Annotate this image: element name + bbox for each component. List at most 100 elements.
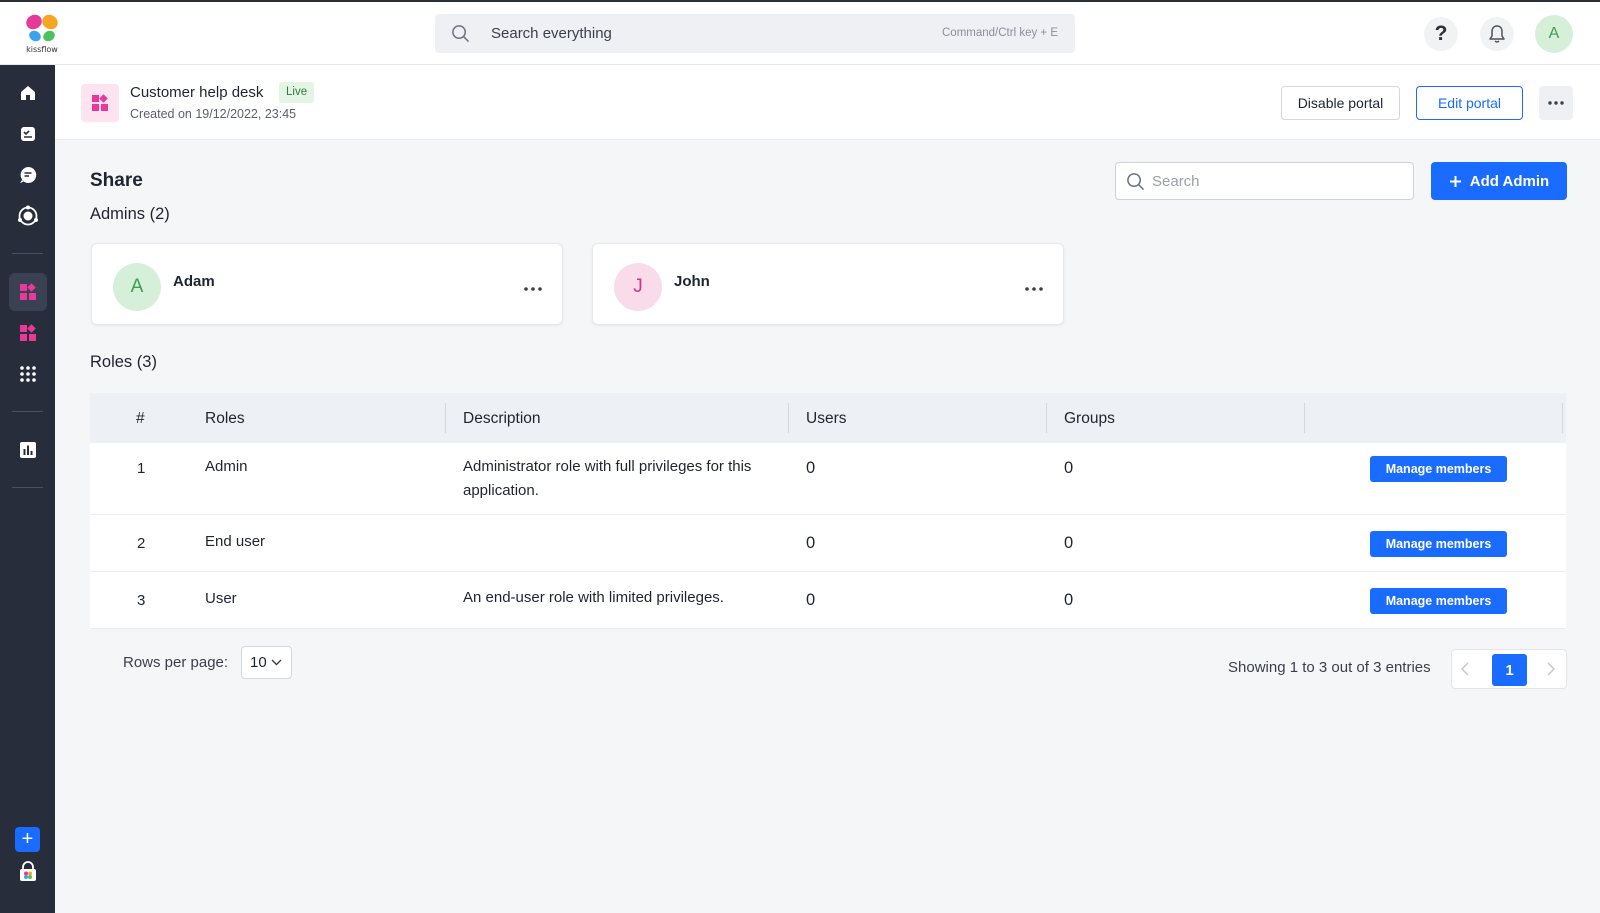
role-name: End user [205, 533, 266, 550]
rows-per-page-label: Rows per page: [123, 654, 229, 671]
column-header-roles: Roles [205, 410, 245, 427]
table-header: # Roles Description Users Groups [90, 393, 1566, 443]
edit-portal-button[interactable]: Edit portal [1416, 86, 1523, 120]
nav-home[interactable] [9, 74, 47, 112]
search-shortcut-hint: Command/Ctrl key + E [942, 27, 1058, 39]
admin-more-button[interactable] [1025, 278, 1043, 296]
entries-summary: Showing 1 to 3 out of 3 entries [1228, 659, 1431, 676]
users-count: 0 [806, 534, 816, 552]
admin-card: J John [592, 243, 1064, 325]
nav-all-apps[interactable] [9, 355, 47, 393]
reports-icon [20, 442, 36, 458]
chevron-down-icon [271, 659, 282, 666]
global-search-placeholder: Search everything [491, 25, 612, 42]
groups-count: 0 [1064, 459, 1074, 477]
column-divider [1304, 403, 1305, 433]
manage-members-button[interactable]: Manage members [1370, 588, 1507, 614]
status-badge: Live [279, 82, 315, 103]
admin-search-input[interactable]: Search [1115, 162, 1414, 200]
nav-reports[interactable] [9, 431, 47, 469]
more-icon [1548, 101, 1564, 105]
rows-per-page-value: 10 [250, 654, 267, 671]
row-number: 2 [137, 535, 146, 552]
groups-count: 0 [1064, 591, 1074, 609]
page-button[interactable]: 1 [1492, 654, 1527, 686]
next-page-button[interactable] [1546, 662, 1556, 681]
chevron-left-icon [1460, 662, 1469, 676]
app-icon [81, 84, 119, 122]
notifications-button[interactable] [1480, 17, 1514, 51]
page-title: Share [90, 170, 143, 191]
manage-members-button[interactable]: Manage members [1370, 456, 1507, 482]
help-button[interactable]: ? [1424, 17, 1458, 51]
nav-divider [12, 253, 43, 254]
search-icon [1127, 173, 1144, 190]
admin-name: Adam [173, 273, 215, 290]
role-name: User [205, 590, 237, 607]
top-bar: kissflow Search everything Command/Ctrl … [0, 0, 1600, 65]
admins-heading: Admins (2) [90, 205, 170, 223]
admin-name: John [674, 273, 710, 290]
nav-chat[interactable] [9, 156, 47, 194]
more-options-button[interactable] [1539, 86, 1573, 120]
avatar: A [113, 263, 161, 311]
apps-icon [20, 324, 36, 341]
app-header: Customer help desk Live Created on 19/12… [55, 65, 1600, 140]
roles-heading: Roles (3) [90, 353, 157, 371]
plus-icon [1449, 175, 1461, 187]
home-icon [21, 86, 35, 100]
column-divider [445, 403, 446, 433]
grid-icon [20, 366, 36, 382]
row-number: 1 [137, 460, 146, 477]
search-placeholder: Search [1152, 173, 1200, 190]
nav-portal[interactable] [9, 273, 47, 311]
kissflow-logo[interactable]: kissflow [22, 12, 62, 58]
tasks-icon [21, 127, 35, 141]
column-header-number: # [136, 410, 145, 427]
table-row: 1 Admin Administrator role with full pri… [90, 443, 1566, 515]
nav-integrations[interactable] [9, 197, 47, 235]
pagination: 1 [1451, 649, 1567, 689]
add-admin-button[interactable]: Add Admin [1431, 162, 1567, 200]
roles-table: # Roles Description Users Groups 1 Admin… [90, 393, 1566, 629]
column-divider [1562, 403, 1563, 433]
help-icon: ? [1434, 22, 1448, 45]
previous-page-button[interactable] [1460, 662, 1470, 681]
role-description: An end-user role with limited privileges… [463, 589, 724, 606]
role-name: Admin [205, 458, 248, 475]
table-row: 3 User An end-user role with limited pri… [90, 572, 1566, 629]
bell-icon [1489, 25, 1505, 43]
admin-card: A Adam [91, 243, 563, 325]
manage-members-button[interactable]: Manage members [1370, 531, 1507, 557]
nav-divider [12, 487, 43, 488]
role-description: Administrator role with full privileges … [463, 458, 752, 499]
column-divider [1046, 403, 1047, 433]
portal-icon [20, 283, 36, 300]
row-number: 3 [137, 592, 146, 609]
nav-divider [12, 411, 43, 412]
table-row: 2 End user 0 0 Manage members [90, 515, 1566, 572]
add-admin-label: Add Admin [1469, 172, 1550, 190]
integrations-icon [18, 205, 38, 226]
more-icon [1025, 287, 1043, 291]
chevron-right-icon [1547, 662, 1556, 676]
groups-count: 0 [1064, 534, 1074, 552]
logo-text: kissflow [26, 45, 58, 54]
add-icon[interactable]: + [15, 827, 40, 852]
column-divider [788, 403, 789, 433]
butterfly-icon [26, 14, 58, 42]
user-avatar[interactable]: A [1535, 15, 1573, 53]
disable-portal-button[interactable]: Disable portal [1281, 86, 1400, 120]
users-count: 0 [806, 591, 816, 609]
more-icon [524, 287, 542, 291]
column-header-groups: Groups [1064, 410, 1115, 427]
admin-more-button[interactable] [524, 278, 542, 296]
global-search[interactable]: Search everything Command/Ctrl key + E [435, 14, 1075, 53]
users-count: 0 [806, 459, 816, 477]
nav-apps[interactable] [9, 314, 47, 352]
created-date: Created on 19/12/2022, 23:45 [130, 107, 297, 121]
nav-marketplace[interactable] [9, 853, 47, 891]
marketplace-icon [20, 861, 36, 881]
rows-per-page-select[interactable]: 10 [241, 646, 292, 679]
nav-tasks[interactable] [9, 115, 47, 153]
